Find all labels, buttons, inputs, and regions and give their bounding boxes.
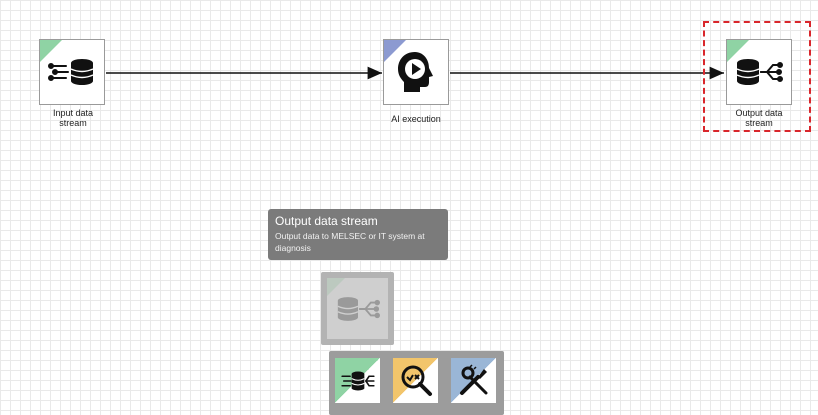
tooltip-title: Output data stream [275, 214, 378, 228]
data-output-icon [337, 297, 380, 321]
palette-item-diagnosis[interactable] [393, 358, 438, 403]
data-stream-icon [48, 59, 94, 85]
palette-item-tools[interactable] [451, 358, 496, 403]
ai-head-icon [398, 52, 433, 92]
data-stream-icon [341, 371, 375, 391]
selection-highlight [703, 21, 811, 132]
input-node-label: Input data stream [28, 108, 118, 128]
tools-icon [460, 364, 488, 395]
ai-node-label: AI execution [371, 114, 461, 124]
drag-preview[interactable] [321, 272, 394, 345]
input-data-stream-node[interactable] [39, 39, 105, 105]
node-tooltip: Output data stream Output data to MELSEC… [268, 209, 448, 260]
tooltip-description-line1: Output data to MELSEC or IT system at [275, 231, 425, 241]
magnifier-check-icon [401, 365, 432, 396]
input-label-line1: Input data [52, 108, 94, 118]
tooltip-description-line2: diagnosis [275, 243, 311, 253]
flow-canvas[interactable]: Input data stream AI execution Output da… [0, 0, 818, 415]
input-label-line2: stream [59, 118, 87, 128]
ai-execution-node[interactable] [383, 39, 449, 105]
drag-preview-tile [327, 278, 388, 339]
node-palette [329, 351, 504, 415]
palette-item-data-stream[interactable] [335, 358, 380, 403]
category-corner [327, 278, 345, 296]
tooltip-description: Output data to MELSEC or IT system at di… [275, 230, 441, 254]
ai-label-text: AI execution [391, 114, 441, 124]
